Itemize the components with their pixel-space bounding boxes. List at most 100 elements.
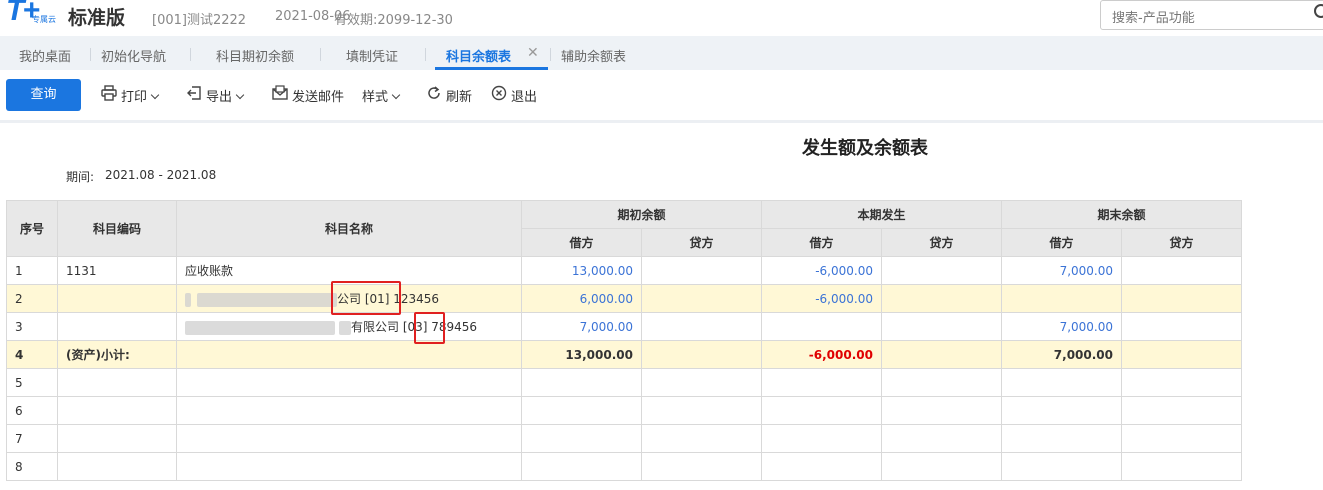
printer-icon [101,85,117,101]
cell-empty [881,452,1002,481]
header-code: 科目编码 [57,200,177,257]
header-debit: 借方 [1001,228,1122,257]
tab-divider [190,48,191,61]
tab-bar: 我的桌面 初始化导航 科目期初余额 填制凭证 科目余额表 ✕ 辅助余额表 [0,36,1323,71]
cell-code [57,312,177,341]
cell-empty [521,452,642,481]
refresh-label: 刷新 [446,90,473,105]
cell-closing-credit [1121,284,1242,313]
cell-opening-debit: 7,000.00 [521,312,642,341]
cell-empty [761,368,882,397]
cell-seq: 4 [6,340,58,369]
table-row[interactable]: 8 [6,452,1242,481]
refresh-icon [428,86,440,99]
cell-empty [1121,452,1242,481]
header-closing: 期末余额 [1001,200,1242,229]
cell-empty [1001,368,1122,397]
header-credit: 贷方 [1121,228,1242,257]
cell-current-debit: -6,000.00 [761,340,882,369]
cell-closing-debit: 7,000.00 [1001,340,1122,369]
cell-empty [57,396,177,425]
tab-aux-balance[interactable]: 辅助余额表 [561,46,626,65]
cell-opening-credit [641,340,762,369]
cell-closing-debit: 7,000.00 [1001,256,1122,285]
query-button[interactable]: 查询 [6,79,81,111]
cell-opening-credit [641,312,762,341]
balance-table: 序号 科目编码 科目名称 期初余额 本期发生 期末余额 借方 贷方 借方 贷方 … [6,200,1242,481]
top-bar: T+ 专属云 标准版 [001]测试2222 2021-08-06 有效期:20… [0,0,1323,36]
report-title: 发生额及余额表 [802,138,928,159]
cell-current-debit [761,312,882,341]
close-circle-icon [491,85,507,101]
annotation-box [331,281,401,315]
cell-seq: 6 [6,396,58,425]
period-value: 2021.08 - 2021.08 [105,168,217,182]
cell-name [176,340,522,369]
cell-closing-credit [1121,340,1242,369]
header-credit: 贷方 [881,228,1002,257]
send-email-label: 发送邮件 [292,90,345,105]
search-icon[interactable] [1314,4,1323,18]
cell-empty [1001,396,1122,425]
header-credit: 贷方 [641,228,762,257]
table-row[interactable]: 3 有限公司 [03] 789456 7,000.00 7,000.00 [6,312,1242,341]
table-row[interactable]: 2 公司 [01] 123456 6,000.00 -6,000.00 [6,284,1242,313]
cell-closing-debit [1001,284,1122,313]
tab-opening-balance[interactable]: 科目期初余额 [216,46,294,65]
cell-opening-credit [641,256,762,285]
cell-empty [641,424,762,453]
cell-current-debit: -6,000.00 [761,284,882,313]
cell-empty [57,452,177,481]
table-row[interactable]: 1 1131 应收账款 13,000.00 -6,000.00 7,000.00 [6,256,1242,285]
close-icon[interactable]: ✕ [527,45,539,61]
cell-closing-credit [1121,256,1242,285]
cell-empty [881,396,1002,425]
tab-voucher[interactable]: 填制凭证 [346,46,398,65]
redacted-text [185,320,335,335]
header-opening: 期初余额 [521,200,762,229]
table-row[interactable]: 7 [6,424,1242,453]
cell-empty [1001,452,1122,481]
cell-empty [761,396,882,425]
cell-opening-debit: 13,000.00 [521,256,642,285]
cell-current-credit [881,312,1002,341]
cell-empty [1121,396,1242,425]
cell-empty [1121,368,1242,397]
cell-empty [176,396,522,425]
cell-empty [521,368,642,397]
export-icon [187,86,201,100]
cell-empty [57,368,177,397]
header-debit: 借方 [761,228,882,257]
tab-init-guide[interactable]: 初始化导航 [101,46,166,65]
tab-account-balance[interactable]: 科目余额表 [446,46,511,65]
tab-divider [320,48,321,61]
search-input[interactable]: 搜索-产品功能 [1100,0,1323,30]
cell-seq: 8 [6,452,58,481]
toolbar: 查询 打印 导出 发送邮件 样式 刷新 退出 [0,70,1323,123]
tab-my-desktop[interactable]: 我的桌面 [19,46,71,65]
header-seq: 序号 [6,200,58,257]
search-placeholder: 搜索-产品功能 [1112,11,1195,26]
cell-closing-debit: 7,000.00 [1001,312,1122,341]
cell-current-credit [881,284,1002,313]
cell-current-credit [881,340,1002,369]
tab-divider [550,48,551,61]
cell-empty [761,452,882,481]
cell-code [57,284,177,313]
cell-empty [521,396,642,425]
cell-empty [176,452,522,481]
cell-closing-credit [1121,312,1242,341]
cell-seq: 3 [6,312,58,341]
subtotal-row[interactable]: 4 (资产)小计: 13,000.00 -6,000.00 7,000.00 [6,340,1242,369]
table-row[interactable]: 6 [6,396,1242,425]
cell-current-credit [881,256,1002,285]
cell-code: (资产)小计: [57,340,177,369]
cell-empty [641,368,762,397]
logo-subtitle: 专属云 [32,15,56,24]
expiry-date: 有效期:2099-12-30 [334,13,453,28]
table-row[interactable]: 5 [6,368,1242,397]
tab-divider [90,48,91,61]
annotation-box [414,312,445,344]
cell-name: 有限公司 [03] 789456 [176,312,522,341]
style-label: 样式 [362,90,389,105]
